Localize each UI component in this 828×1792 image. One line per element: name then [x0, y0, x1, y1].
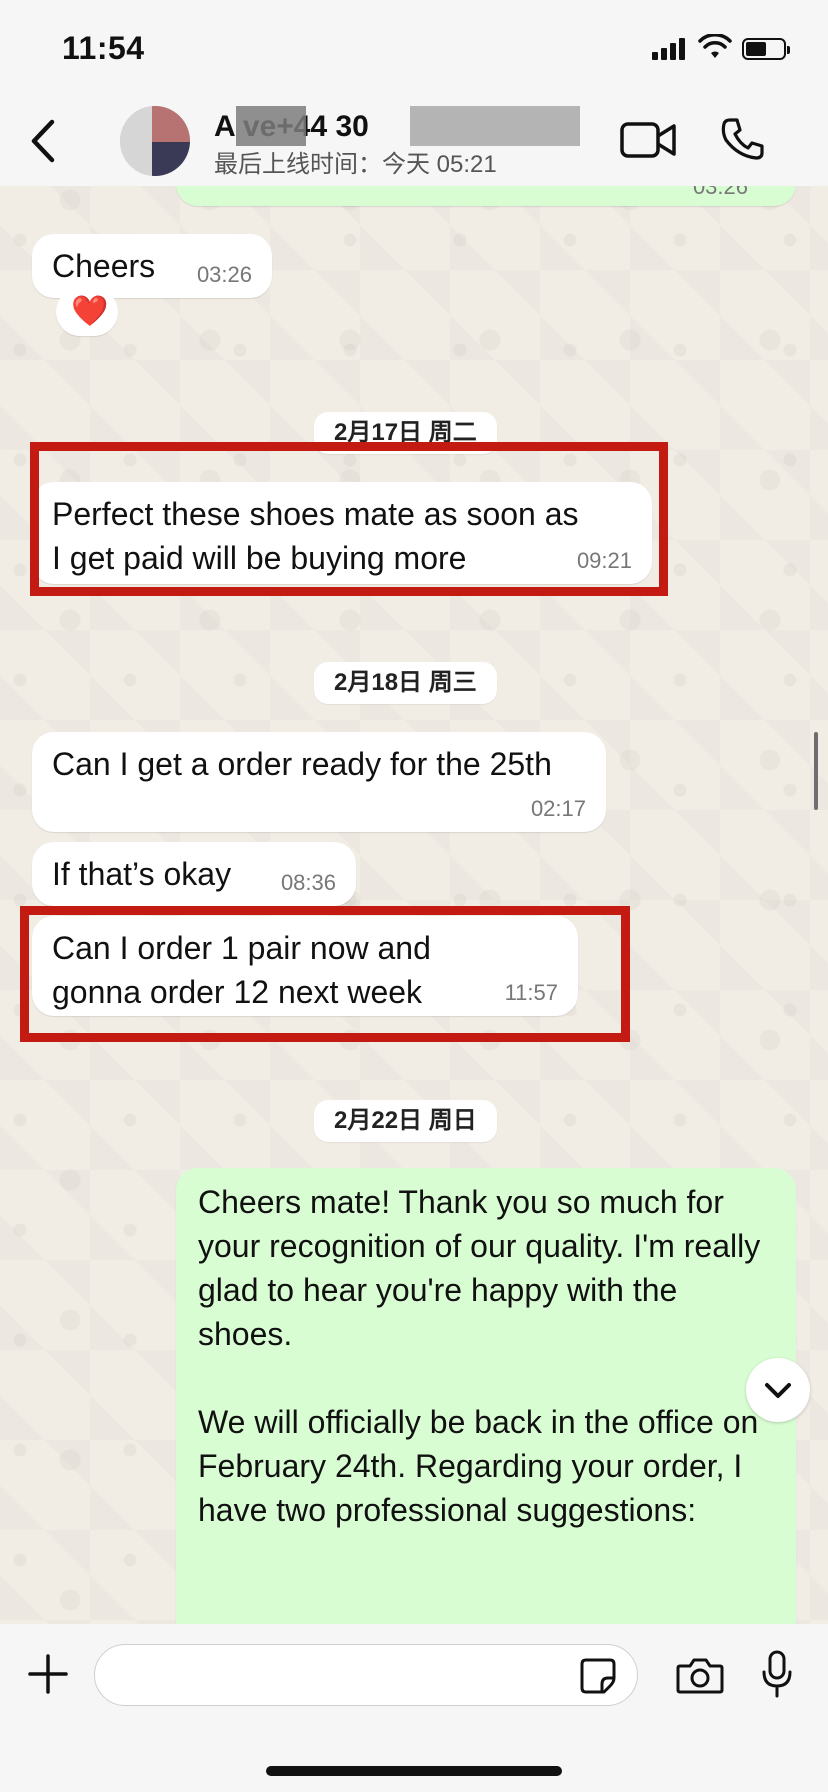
redaction-block [410, 106, 580, 146]
video-camera-icon [620, 122, 660, 158]
date-divider: 2月18日 周三 [314, 662, 497, 704]
plus-icon [28, 1654, 68, 1694]
message-text: We will officially be back in the office… [198, 1404, 759, 1528]
sticker-icon [580, 1658, 616, 1694]
voice-call-button[interactable] [720, 116, 766, 162]
status-time: 11:54 [62, 30, 145, 66]
sticker-button[interactable] [578, 1656, 618, 1696]
video-call-button[interactable] [620, 120, 676, 160]
message-text: Cheers mate! Thank you so much for your … [198, 1184, 761, 1352]
home-indicator [266, 1766, 562, 1776]
message-time: 02:17 [530, 796, 586, 821]
read-receipt-icon: ✓✓ [744, 186, 778, 198]
highlight-box [20, 906, 630, 1042]
status-bar: 11:54 [0, 0, 828, 96]
message-time: 03:26 [692, 186, 748, 199]
chevron-down-icon [765, 1383, 791, 1398]
message-bubble-partial[interactable]: 03:26 ✓✓ [176, 186, 796, 206]
contact-avatar[interactable] [120, 106, 190, 176]
back-button[interactable] [24, 118, 64, 164]
wifi-icon [698, 34, 732, 58]
message-bubble[interactable]: Cheers 03:26 [32, 234, 272, 298]
camera-icon [676, 1658, 724, 1694]
message-bubble[interactable]: Can I get a order ready for the 25th 02:… [32, 732, 606, 832]
camera-button[interactable] [676, 1656, 724, 1696]
battery-icon [742, 38, 790, 60]
message-time: 08:36 [280, 870, 336, 895]
message-time: 03:26 [196, 262, 252, 287]
composer-bar [0, 1624, 828, 1792]
last-seen-status: 最后上线时间：今天 05:21 [214, 151, 497, 178]
message-text: Can I get a order ready for the 25th [52, 746, 552, 782]
reaction-badge[interactable]: ❤️ [56, 288, 118, 336]
battery-level [746, 42, 766, 56]
chevron-left-icon [31, 119, 55, 163]
message-list[interactable]: 03:26 ✓✓ Cheers 03:26 ❤️ 2月17日 周二 Perfec… [0, 186, 828, 1624]
message-bubble-outgoing[interactable]: Cheers mate! Thank you so much for your … [176, 1168, 796, 1624]
scroll-to-bottom-button[interactable] [746, 1358, 810, 1422]
redaction-block [236, 106, 306, 146]
microphone-icon [762, 1650, 792, 1698]
signal-icon [652, 38, 688, 60]
chat-header: A ve+44 30 最后上线时间：今天 05:21 [0, 96, 828, 186]
attach-button[interactable] [28, 1654, 68, 1694]
message-input[interactable] [94, 1644, 638, 1706]
heart-reaction-icon: ❤️ [71, 295, 109, 328]
voice-message-button[interactable] [760, 1650, 794, 1698]
scrollbar[interactable] [814, 732, 818, 810]
highlight-box [30, 442, 668, 596]
date-divider: 2月22日 周日 [314, 1100, 497, 1142]
phone-icon [721, 118, 764, 160]
message-bubble[interactable]: If that’s okay 08:36 [32, 842, 356, 906]
